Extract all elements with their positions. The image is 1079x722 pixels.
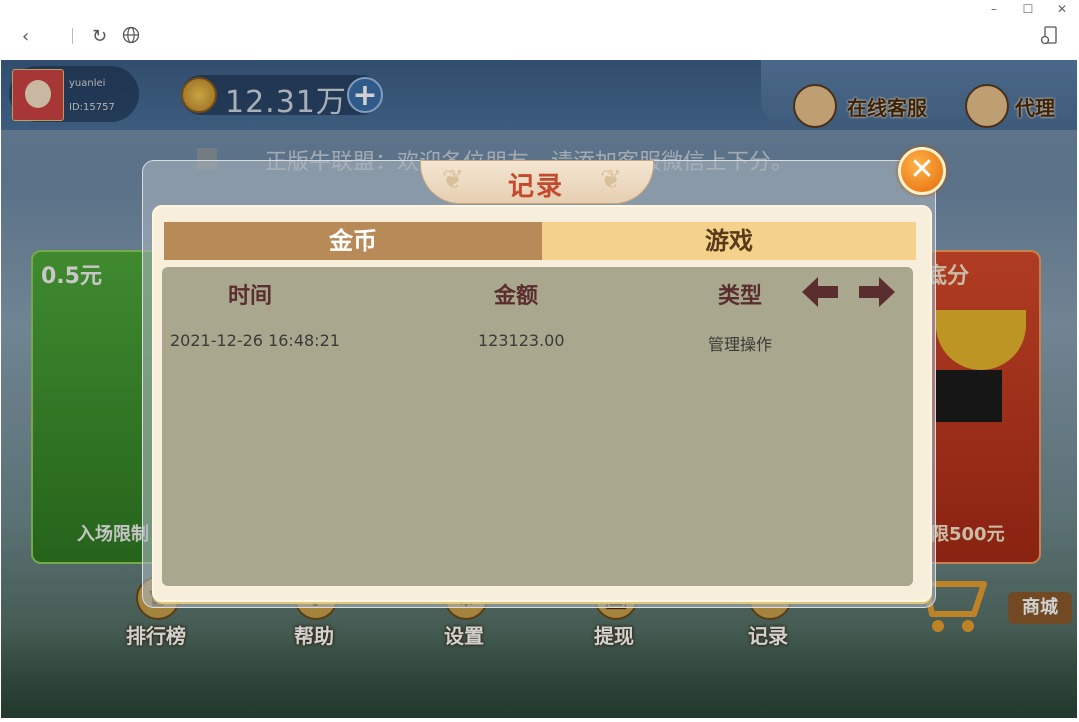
maximize-button[interactable]: ☐ [1018, 2, 1038, 16]
next-page-arrow-icon[interactable] [857, 275, 897, 309]
close-dialog-button[interactable]: ✕ [898, 147, 946, 195]
minimize-button[interactable]: – [984, 2, 1004, 16]
prev-page-arrow-icon[interactable] [800, 275, 840, 309]
row-time: 2021-12-26 16:48:21 [170, 331, 340, 350]
tab-coins[interactable]: 金币 [164, 222, 542, 260]
chevron-left-icon[interactable]: ‹ [22, 26, 29, 47]
globe-icon[interactable] [122, 26, 140, 49]
device-icon[interactable] [1040, 26, 1058, 51]
row-amount: 123123.00 [478, 331, 565, 350]
browser-chrome: – ☐ ✕ ‹ ↻ [0, 0, 1079, 60]
row-type: 管理操作 [708, 335, 773, 354]
dialog-title: 记录 [507, 172, 564, 202]
tab-games[interactable]: 游戏 [542, 222, 916, 260]
divider [72, 28, 73, 44]
refresh-icon[interactable]: ↻ [92, 26, 107, 47]
column-header-type: 类型 [718, 284, 763, 309]
column-header-time: 时间 [228, 284, 273, 309]
column-header-amount: 金额 [494, 284, 539, 309]
close-window-button[interactable]: ✕ [1052, 2, 1072, 16]
record-table [162, 267, 913, 586]
